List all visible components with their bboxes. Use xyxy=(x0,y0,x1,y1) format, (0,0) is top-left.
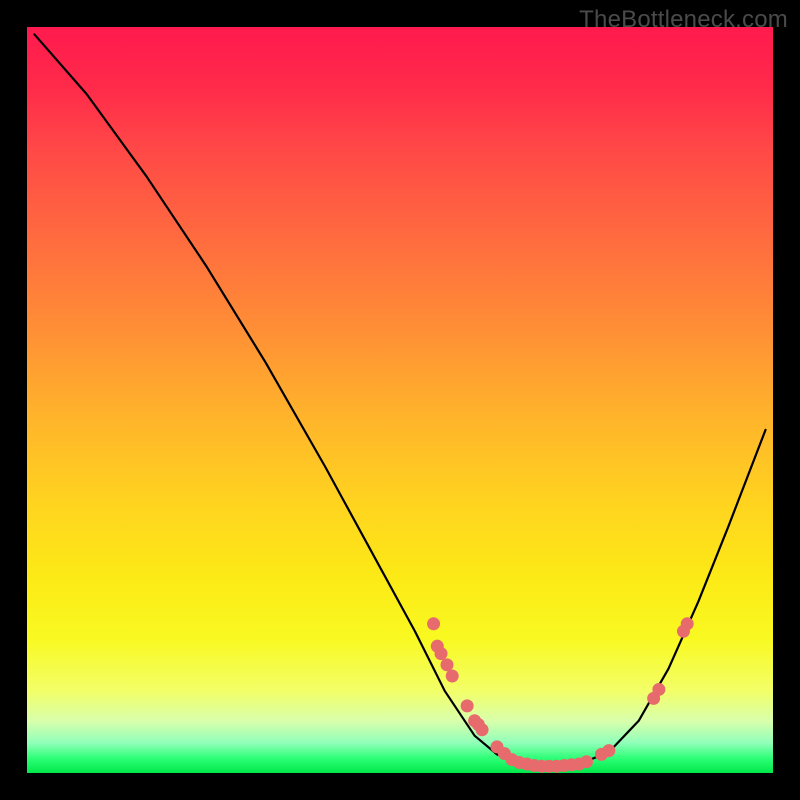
data-marker xyxy=(476,723,489,736)
chart-container: TheBottleneck.com xyxy=(0,0,800,800)
data-marker xyxy=(441,658,454,671)
data-marker xyxy=(602,744,615,757)
data-marker xyxy=(427,617,440,630)
data-markers xyxy=(427,617,694,772)
data-marker xyxy=(446,670,459,683)
chart-svg xyxy=(0,0,800,800)
data-marker xyxy=(681,617,694,630)
bottleneck-curve xyxy=(34,34,765,766)
data-marker xyxy=(580,755,593,768)
data-marker xyxy=(652,683,665,696)
data-marker xyxy=(435,647,448,660)
data-marker xyxy=(461,699,474,712)
